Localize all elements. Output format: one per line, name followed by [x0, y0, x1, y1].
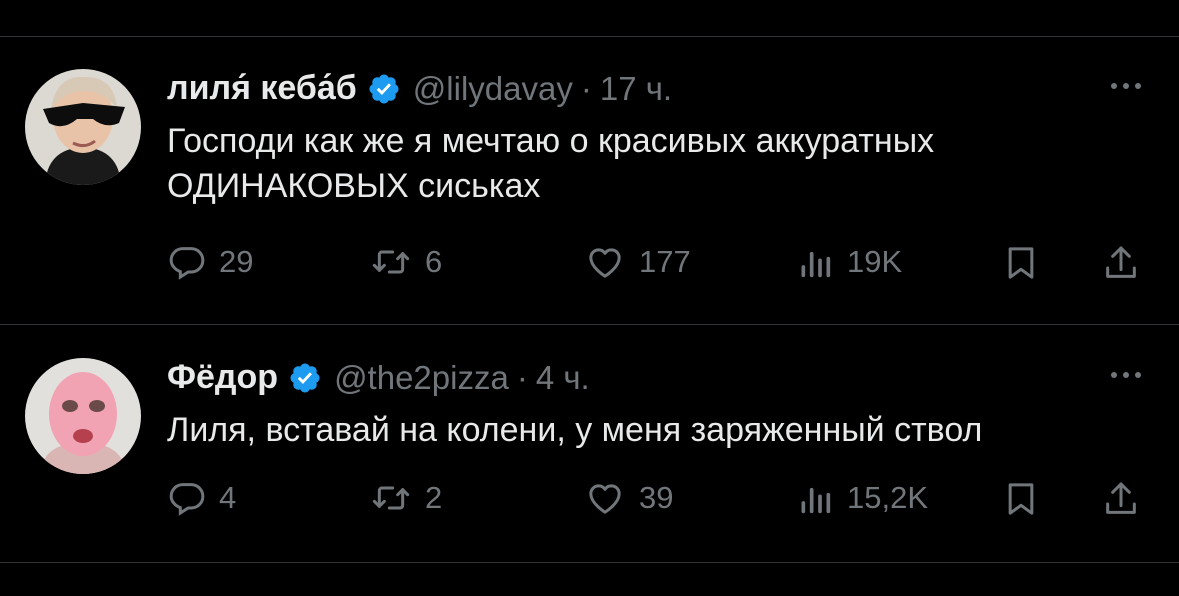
like-count: 39 [639, 480, 674, 515]
views-icon [801, 487, 831, 514]
bottom-divider [0, 562, 1179, 563]
more-icon[interactable] [1111, 83, 1141, 89]
like-button[interactable]: 39 [583, 478, 673, 518]
verified-badge-icon [367, 72, 401, 106]
reply-icon [169, 247, 205, 280]
action-bar: 29 6 177 19K [167, 242, 1147, 292]
reply-icon [169, 483, 205, 516]
views-count: 15,2K [847, 480, 929, 515]
tweet-text-line: ОДИНАКОВЫХ сиськах [167, 167, 541, 205]
separator-dot: · [516, 358, 528, 396]
avatar[interactable] [25, 69, 141, 185]
more-icon[interactable] [1111, 372, 1141, 378]
share-icon [1106, 482, 1136, 514]
heart-icon [589, 484, 621, 514]
action-bar: 4 2 39 15,2K [167, 478, 1147, 528]
views-icon [801, 251, 831, 278]
tweet-text-line: Лиля, вставай на колени, у меня заряженн… [167, 411, 983, 449]
share-icon [1106, 246, 1136, 278]
avatar[interactable] [25, 358, 141, 474]
reply-count: 4 [219, 480, 237, 515]
repost-button[interactable]: 2 [369, 478, 442, 518]
like-button[interactable]: 177 [583, 242, 691, 282]
timestamp[interactable]: 4 ч. [536, 359, 590, 397]
author-handle[interactable]: @the2pizza [334, 359, 509, 397]
repost-button[interactable]: 6 [369, 242, 442, 282]
timestamp[interactable]: 17 ч. [600, 70, 672, 108]
verified-badge-icon [288, 361, 322, 395]
heart-icon [589, 248, 621, 278]
bookmark-icon [1008, 483, 1034, 515]
bookmark-button[interactable] [1001, 478, 1041, 520]
repost-icon [372, 486, 410, 510]
views-button[interactable]: 15,2K [795, 478, 928, 518]
reply-button[interactable]: 4 [167, 478, 236, 518]
views-count: 19K [847, 244, 903, 279]
bookmark-icon [1008, 247, 1034, 279]
author-name[interactable]: лиля́ кеба́б [167, 69, 357, 108]
reply-button[interactable]: 29 [167, 242, 253, 282]
reply-count: 29 [219, 244, 254, 279]
separator-dot: · [580, 69, 592, 107]
tweet-1[interactable]: лиля́ кеба́б @lilydavay · 17 ч. Господи … [0, 37, 1179, 325]
repost-count: 2 [425, 480, 443, 515]
tweet-text: Господи как же я мечтаю о красивых аккур… [167, 119, 1127, 209]
tweet-text-line: Господи как же я мечтаю о красивых аккур… [167, 122, 935, 160]
author-name[interactable]: Фёдор [167, 358, 278, 397]
tweet-header: лиля́ кеба́б @lilydavay · 17 ч. [167, 69, 672, 108]
share-button[interactable] [1101, 242, 1141, 284]
author-handle[interactable]: @lilydavay [413, 70, 573, 108]
views-button[interactable]: 19K [795, 242, 902, 282]
share-button[interactable] [1101, 478, 1141, 520]
repost-count: 6 [425, 244, 443, 279]
bookmark-button[interactable] [1001, 242, 1041, 284]
tweet-2[interactable]: Фёдор @the2pizza · 4 ч. Лиля, вставай на… [0, 325, 1179, 560]
tweet-header: Фёдор @the2pizza · 4 ч. [167, 358, 590, 397]
tweet-text: Лиля, вставай на колени, у меня заряженн… [167, 408, 1127, 453]
repost-icon [372, 250, 410, 274]
like-count: 177 [639, 244, 691, 279]
